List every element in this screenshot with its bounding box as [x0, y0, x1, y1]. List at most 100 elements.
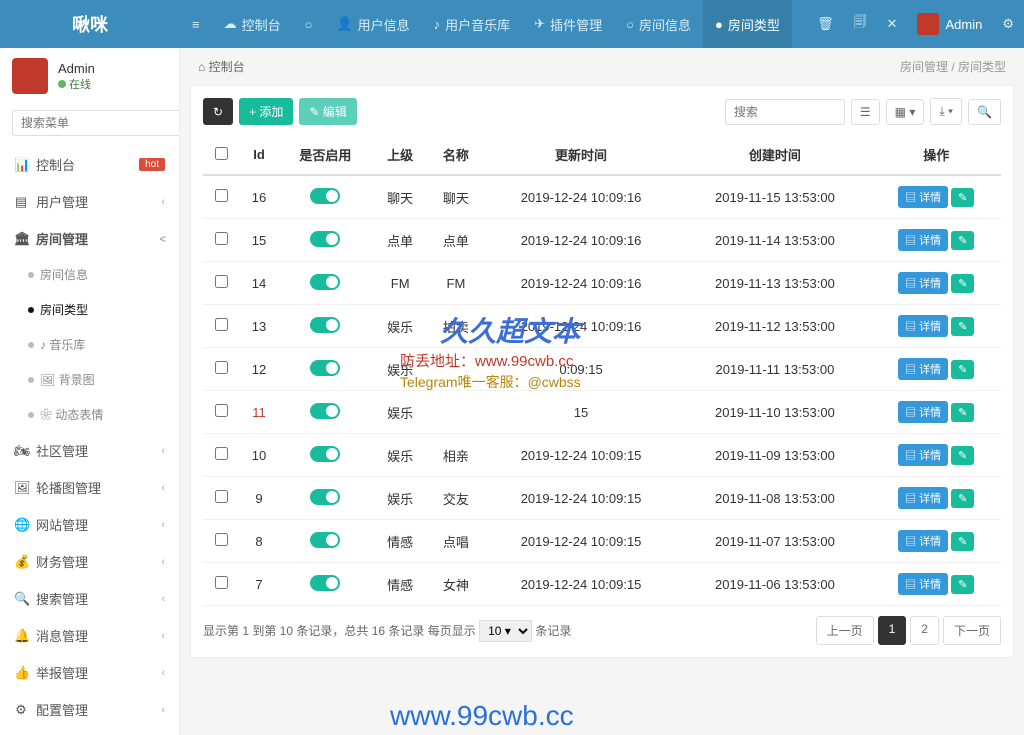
- edit-row-button[interactable]: ✎: [951, 446, 974, 465]
- row-checkbox[interactable]: [215, 318, 228, 331]
- select-all-checkbox[interactable]: [215, 147, 228, 160]
- page-size-select[interactable]: 10 ▾: [479, 620, 532, 642]
- table-header[interactable]: 上级: [372, 135, 428, 175]
- cell-updated: 2019-12-24 10:09:16: [484, 262, 679, 305]
- edit-row-button[interactable]: ✎: [951, 188, 974, 207]
- table-search-input[interactable]: [725, 99, 845, 125]
- sidebar-item[interactable]: 👍举报管理‹: [0, 654, 179, 691]
- row-checkbox[interactable]: [215, 189, 228, 202]
- detail-button[interactable]: ▤ 详情: [898, 530, 948, 552]
- detail-button[interactable]: ▤ 详情: [898, 315, 948, 337]
- export-icon[interactable]: ⤓ ▾: [930, 98, 962, 125]
- enable-switch[interactable]: [310, 575, 340, 591]
- columns-icon[interactable]: ▦ ▾: [886, 99, 925, 125]
- edit-row-button[interactable]: ✎: [951, 575, 974, 594]
- trash-icon[interactable]: 🗑: [807, 0, 844, 48]
- enable-switch[interactable]: [310, 231, 340, 247]
- edit-row-button[interactable]: ✎: [951, 360, 974, 379]
- table-header[interactable]: 操作: [872, 135, 1002, 175]
- table-header[interactable]: 名称: [428, 135, 484, 175]
- edit-row-button[interactable]: ✎: [951, 317, 974, 336]
- admin-user-link[interactable]: Admin: [907, 0, 992, 48]
- sidebar-search-input[interactable]: [12, 110, 180, 136]
- pager-prev[interactable]: 上一页: [816, 616, 874, 645]
- sidebar-item[interactable]: ♪ 音乐库: [0, 327, 179, 362]
- sidebar-item[interactable]: 🏛房间管理˅: [0, 220, 179, 257]
- fullscreen-icon[interactable]: ✕: [877, 0, 908, 48]
- topnav-item[interactable]: ○: [293, 0, 325, 48]
- table-header[interactable]: 更新时间: [484, 135, 679, 175]
- edit-row-button[interactable]: ✎: [951, 231, 974, 250]
- sidebar-item[interactable]: 📊控制台hot: [0, 146, 179, 183]
- topnav-item[interactable]: ○房间信息: [614, 0, 703, 48]
- topnav-item[interactable]: 👤用户信息: [324, 0, 421, 48]
- table-header[interactable]: Id: [240, 135, 279, 175]
- search-button[interactable]: 🔍: [968, 99, 1001, 125]
- sidebar-item[interactable]: 房间类型: [0, 292, 179, 327]
- sidebar-item[interactable]: 💰财务管理‹: [0, 543, 179, 580]
- enable-switch[interactable]: [310, 489, 340, 505]
- cell-created: 2019-11-08 13:53:00: [678, 477, 871, 520]
- detail-button[interactable]: ▤ 详情: [898, 272, 948, 294]
- sidebar-item[interactable]: 房间信息: [0, 257, 179, 292]
- detail-button[interactable]: ▤ 详情: [898, 358, 948, 380]
- gear-icon[interactable]: ⚙: [992, 0, 1024, 48]
- edit-row-button[interactable]: ✎: [951, 532, 974, 551]
- sidebar-item[interactable]: 🔔消息管理‹: [0, 617, 179, 654]
- row-checkbox[interactable]: [215, 576, 228, 589]
- enable-switch[interactable]: [310, 317, 340, 333]
- row-checkbox[interactable]: [215, 404, 228, 417]
- sidebar-item[interactable]: ❀ 动态表情: [0, 397, 179, 432]
- enable-switch[interactable]: [310, 188, 340, 204]
- breadcrumb-parent[interactable]: 房间管理: [900, 60, 948, 74]
- sidebar-search: 🔍: [0, 104, 179, 146]
- table-header[interactable]: [203, 135, 240, 175]
- topnav-item[interactable]: ☁控制台: [212, 0, 293, 48]
- row-checkbox[interactable]: [215, 490, 228, 503]
- enable-switch[interactable]: [310, 403, 340, 419]
- sidebar-item[interactable]: 🎁礼物管理‹: [0, 728, 179, 735]
- enable-switch[interactable]: [310, 360, 340, 376]
- refresh-button[interactable]: ↻: [203, 98, 233, 125]
- sidebar-item[interactable]: 🖼轮播图管理‹: [0, 469, 179, 506]
- topnav-item[interactable]: ♪用户音乐库: [422, 0, 523, 48]
- sidebar-item[interactable]: 🏍社区管理‹: [0, 432, 179, 469]
- detail-button[interactable]: ▤ 详情: [898, 401, 948, 423]
- sidebar-item[interactable]: ▤用户管理‹: [0, 183, 179, 220]
- row-checkbox[interactable]: [215, 533, 228, 546]
- table-header[interactable]: 是否启用: [278, 135, 372, 175]
- add-button[interactable]: + 添加: [239, 98, 293, 125]
- topnav-item[interactable]: ≡: [180, 0, 212, 48]
- breadcrumb-root[interactable]: 控制台: [209, 60, 245, 74]
- topnav-item[interactable]: ●房间类型: [703, 0, 792, 48]
- detail-button[interactable]: ▤ 详情: [898, 487, 948, 509]
- copy-icon[interactable]: 🗐: [844, 0, 877, 48]
- detail-button[interactable]: ▤ 详情: [898, 444, 948, 466]
- home-icon[interactable]: ⌂: [198, 60, 205, 74]
- sidebar-item[interactable]: ⚙配置管理‹: [0, 691, 179, 728]
- pager-page[interactable]: 2: [910, 616, 939, 645]
- enable-switch[interactable]: [310, 446, 340, 462]
- enable-switch[interactable]: [310, 274, 340, 290]
- sidebar-item[interactable]: 🌐网站管理‹: [0, 506, 179, 543]
- pager-page[interactable]: 1: [878, 616, 907, 645]
- detail-button[interactable]: ▤ 详情: [898, 186, 948, 208]
- sidebar-item[interactable]: 🖼 背景图: [0, 362, 179, 397]
- enable-switch[interactable]: [310, 532, 340, 548]
- detail-button[interactable]: ▤ 详情: [898, 573, 948, 595]
- row-checkbox[interactable]: [215, 232, 228, 245]
- edit-row-button[interactable]: ✎: [951, 274, 974, 293]
- sidebar-item[interactable]: 🔍搜索管理‹: [0, 580, 179, 617]
- table-header[interactable]: 创建时间: [678, 135, 871, 175]
- edit-row-button[interactable]: ✎: [951, 403, 974, 422]
- detail-button[interactable]: ▤ 详情: [898, 229, 948, 251]
- row-checkbox[interactable]: [215, 361, 228, 374]
- pager-next[interactable]: 下一页: [943, 616, 1001, 645]
- edit-button[interactable]: ✎ 编辑: [299, 98, 356, 125]
- toggle-view-icon[interactable]: ☰: [851, 99, 880, 125]
- topnav-item[interactable]: ✈插件管理: [522, 0, 614, 48]
- brand-logo[interactable]: 啾咪: [0, 0, 180, 48]
- row-checkbox[interactable]: [215, 275, 228, 288]
- edit-row-button[interactable]: ✎: [951, 489, 974, 508]
- row-checkbox[interactable]: [215, 447, 228, 460]
